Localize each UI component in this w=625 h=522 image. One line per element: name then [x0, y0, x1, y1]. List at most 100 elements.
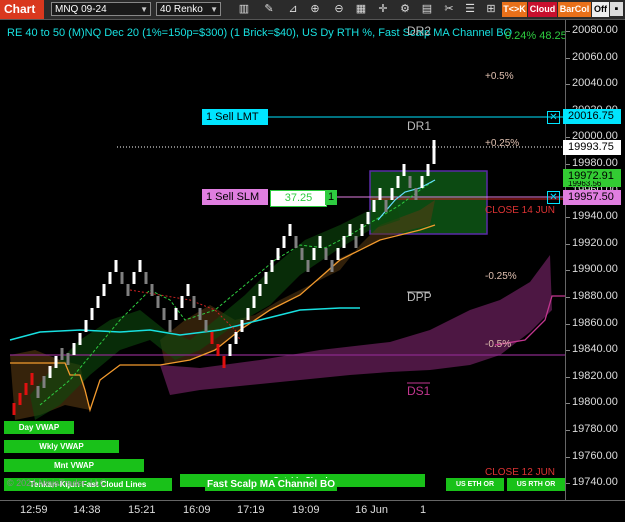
renko-brick — [84, 320, 88, 332]
close-12-label: CLOSE 12 JUN — [485, 467, 556, 478]
close-14-label: CLOSE 14 JUN — [485, 205, 556, 216]
minus-half-label: -0.5% — [485, 339, 512, 350]
bar-type-selector[interactable]: 40 Renko ▼ — [156, 2, 221, 16]
renko-brick — [132, 272, 136, 284]
us-eth-or-button[interactable]: US ETH OR — [446, 478, 504, 491]
renko-brick — [120, 272, 124, 284]
data-box-icon[interactable]: ▦ — [354, 2, 368, 16]
ruler-icon[interactable]: ⊿ — [286, 2, 300, 16]
chart-toolbar: Chart MNQ 09-24 ▼ 40 Renko ▼ ▥ ✎ ⊿ ⊕ ⊖ ▦… — [0, 0, 625, 20]
indicators-icon[interactable]: ✂ — [442, 2, 456, 16]
bars-icon[interactable]: ▥ — [237, 2, 251, 16]
sell-lmt-order-tag[interactable]: 1 Sell LMT — [202, 109, 268, 125]
slm-qty-box[interactable]: 1 — [325, 190, 337, 205]
price-tick: 19880.00 — [572, 290, 618, 302]
day-vwap-button[interactable]: Day VWAP — [4, 421, 74, 434]
renko-brick — [396, 176, 400, 188]
renko-brick — [372, 200, 376, 212]
pencil-icon[interactable]: ✎ — [262, 2, 276, 16]
chevron-down-icon: ▼ — [140, 5, 148, 14]
minus-quarter-label: -0.25% — [485, 271, 517, 282]
ds1-label: DS1 — [407, 384, 431, 398]
zoom-in-icon[interactable]: ⊕ — [308, 2, 322, 16]
price-tick-mark — [566, 403, 570, 405]
dr2-label: DR2 — [407, 24, 432, 38]
renko-brick — [24, 383, 28, 395]
renko-brick — [162, 308, 166, 320]
time-axis[interactable]: 12:59 14:38 15:21 16:09 17:19 19:09 16 J… — [0, 500, 625, 522]
renko-brick — [324, 248, 328, 260]
renko-brick — [150, 284, 154, 296]
renko-brick — [198, 308, 202, 320]
sell-lmt-price-tag: 20016.75 — [563, 109, 621, 124]
renko-brick — [180, 296, 184, 308]
price-tick-mark — [566, 323, 570, 325]
time-tick: 12:59 — [20, 504, 48, 516]
renko-brick — [348, 224, 352, 236]
price-tick: 19820.00 — [572, 369, 618, 382]
barcol-button[interactable]: BarCol — [558, 2, 591, 17]
renko-brick — [420, 176, 424, 188]
strategies-icon[interactable]: ☰ — [463, 2, 477, 16]
wkly-vwap-button[interactable]: Wkly VWAP — [4, 440, 119, 453]
price-tick: 19800.00 — [572, 396, 618, 409]
renko-brick — [402, 164, 406, 176]
header-value: 0.24% 48.25 — [505, 30, 567, 42]
price-tick: 20040.00 — [572, 77, 618, 90]
renko-brick — [318, 236, 322, 248]
mnt-vwap-button[interactable]: Mnt VWAP — [4, 459, 144, 472]
time-tick: 14:38 — [73, 504, 101, 516]
chart-plot-area[interactable]: RE 40 to 50 (M)NQ Dec 20 (1%=150p=$300) … — [0, 20, 567, 500]
us-rth-or-button[interactable]: US RTH OR — [507, 478, 565, 491]
renko-brick — [282, 236, 286, 248]
toggle-icon[interactable]: ▪ — [610, 2, 623, 16]
renko-brick — [102, 284, 106, 296]
properties-icon[interactable]: ⚙ — [398, 2, 412, 16]
chart-trader-icon[interactable]: ⊞ — [484, 2, 498, 16]
price-axis[interactable]: 20080.0020060.0020040.0020020.0020000.00… — [565, 20, 625, 500]
renko-brick — [294, 236, 298, 248]
zoom-out-icon[interactable]: ⊖ — [332, 2, 346, 16]
time-tick: 16 Jun — [355, 504, 389, 516]
renko-brick — [258, 284, 262, 296]
renko-brick — [174, 308, 178, 320]
renko-brick — [72, 343, 76, 355]
price-tick: 19740.00 — [572, 476, 618, 489]
time-tick: 19:09 — [292, 504, 320, 516]
renko-brick — [216, 344, 220, 356]
renko-brick — [288, 224, 292, 236]
renko-brick — [192, 296, 196, 308]
renko-brick — [270, 260, 274, 272]
price-tick: 19860.00 — [572, 316, 618, 329]
fast-scalp-button[interactable]: Fast Scalp MA Channel BO — [205, 478, 337, 491]
cancel-lmt-icon[interactable]: ✕ — [547, 111, 560, 124]
renko-brick — [264, 272, 268, 284]
renko-brick — [54, 356, 58, 368]
crosshair-icon[interactable]: ✛ — [376, 2, 390, 16]
renko-brick — [342, 236, 346, 248]
chart-canvas — [9, 116, 565, 420]
chart-header: RE 40 to 50 (M)NQ Dec 20 (1%=150p=$300) … — [7, 27, 513, 39]
sell-slm-order-tag[interactable]: 1 Sell SLM — [202, 189, 268, 205]
templates-icon[interactable]: ▤ — [420, 2, 434, 16]
tk-button[interactable]: T<>K — [502, 2, 527, 17]
price-tick: 19980.00 — [572, 157, 618, 169]
renko-brick — [354, 236, 358, 248]
renko-brick — [60, 348, 64, 360]
cancel-slm-icon[interactable]: ✕ — [547, 191, 560, 204]
green-price-tag-hidden: 19963.56 — [563, 181, 621, 187]
instrument-selector[interactable]: MNQ 09-24 ▼ — [51, 2, 151, 16]
price-tick: 19920.00 — [572, 236, 618, 249]
price-tick-mark — [566, 57, 570, 59]
renko-brick — [78, 333, 82, 345]
time-tick: 16:09 — [183, 504, 211, 516]
off-button[interactable]: Off — [592, 2, 609, 17]
slm-pnl-box: 37.25 — [270, 190, 327, 207]
price-tick: 19840.00 — [572, 343, 618, 356]
renko-brick — [234, 332, 238, 344]
renko-brick — [48, 366, 52, 378]
time-tick: 17:19 — [237, 504, 265, 516]
cloud-button[interactable]: Cloud — [528, 2, 557, 17]
plus-quarter-label: +0.25% — [485, 138, 520, 149]
renko-brick — [390, 188, 394, 200]
